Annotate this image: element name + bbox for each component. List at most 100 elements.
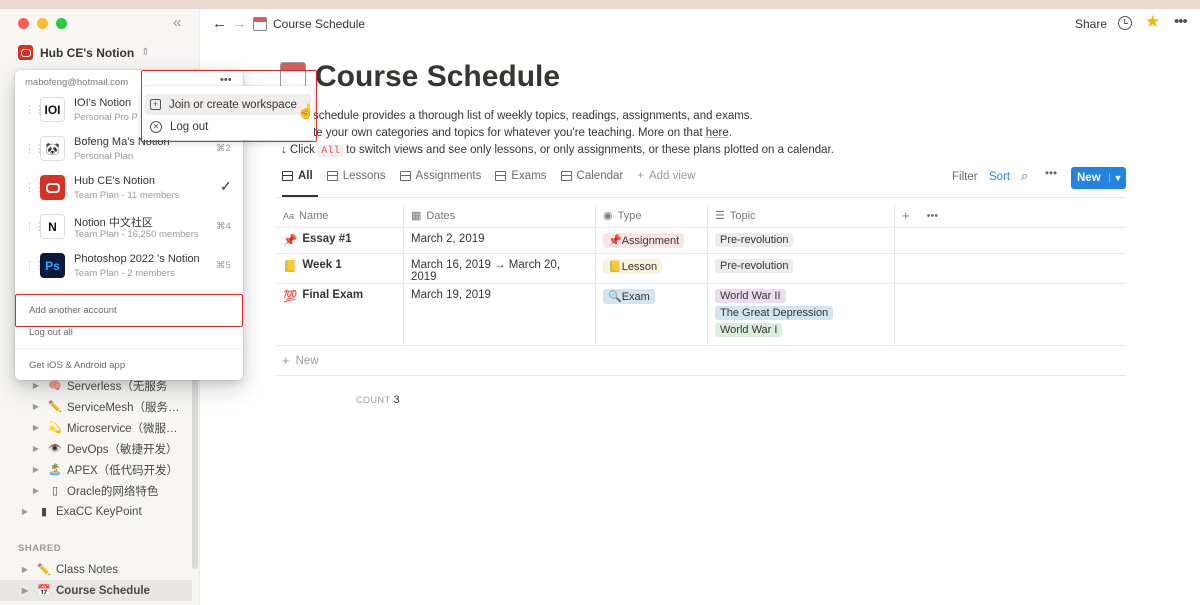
sidebar-page-item[interactable]: ▶ ▮ ExaCC KeyPoint [0, 501, 192, 522]
page-emoji-icon: 💫 [48, 422, 62, 434]
empty-cell [895, 284, 1126, 345]
name-cell[interactable]: 📌 Essay #1 [276, 228, 404, 253]
expand-toggle-icon[interactable]: ▶ [31, 465, 41, 474]
expand-toggle-icon[interactable]: ▶ [20, 507, 30, 516]
topic-cell[interactable]: Pre-revolution [708, 254, 895, 283]
table-icon [399, 171, 411, 181]
sidebar-page-item[interactable]: ▶ 👁️ DevOps（敏捷开发） [0, 438, 192, 459]
topic-tag[interactable]: Pre-revolution [715, 259, 794, 273]
topic-cell[interactable]: Pre-revolution [708, 228, 895, 253]
page-emoji-icon: ✏️ [48, 401, 62, 413]
column-name[interactable]: Aa Name [276, 205, 404, 227]
minimize-window-button[interactable] [37, 18, 48, 29]
back-arrow-icon[interactable]: ← [212, 15, 227, 32]
type-cell[interactable]: 📒Lesson [596, 254, 708, 283]
desc3-text: ↓ Click [281, 144, 319, 156]
topic-cell[interactable]: World War II The Great Depression World Wa… [708, 284, 895, 345]
dates-cell[interactable]: March 19, 2019 [404, 284, 596, 345]
sidebar-page-item[interactable]: ▶ ▯ Oracle的网络特色 [0, 480, 192, 501]
topic-tag[interactable]: World War I [715, 323, 783, 337]
sort-button[interactable]: Sort [989, 171, 1010, 183]
name-cell[interactable]: 💯 Final Exam [276, 284, 404, 345]
type-tag: 📒Lesson [603, 259, 663, 274]
close-window-button[interactable] [18, 18, 29, 29]
sidebar-shared-item[interactable]: ▶ 📅 Course Schedule [0, 580, 192, 601]
expand-toggle-icon[interactable]: ▶ [20, 565, 30, 574]
tab-exams[interactable]: Exams [495, 170, 547, 182]
add-view-button[interactable]: + Add view [637, 170, 695, 182]
count-footer[interactable]: COUNT 3 [356, 394, 400, 406]
sidebar-page-item[interactable]: ▶ ✏️ ServiceMesh（服务… [0, 396, 192, 417]
new-row-label: New [295, 354, 319, 367]
expand-toggle-icon[interactable]: ▶ [31, 486, 41, 495]
page-emoji-icon: 📅 [37, 585, 51, 597]
expand-toggle-icon[interactable]: ▶ [31, 381, 41, 390]
join-create-workspace-item[interactable]: + Join or create workspace [145, 94, 311, 115]
workspace-logo-text: IOI [44, 102, 61, 117]
tab-assignments[interactable]: Assignments [399, 170, 481, 182]
workspace-item[interactable]: ⋮⋮ Hub CE's Notion Team Plan - 11 members ✓ [15, 170, 243, 208]
search-icon[interactable]: ⌕ [1021, 168, 1028, 184]
view-tabs: All Lessons Assignments Exams Calendar +… [282, 170, 696, 182]
maximize-window-button[interactable] [56, 18, 67, 29]
new-button[interactable]: New ▼ [1071, 167, 1126, 189]
tab-lessons[interactable]: Lessons [326, 170, 386, 182]
topic-tag[interactable]: The Great Depression [715, 306, 834, 320]
more-icon[interactable]: ••• [1174, 13, 1188, 30]
share-button[interactable]: Share [1075, 17, 1107, 31]
more-options-icon[interactable]: ••• [1045, 168, 1057, 180]
table-row[interactable]: 💯 Final Exam March 19, 2019 🔍Exam World War … [276, 284, 1126, 346]
tab-all[interactable]: All [282, 170, 313, 182]
sidebar-page-item[interactable]: ▶ 💫 Microservice（微服… [0, 417, 192, 438]
account-more-icon[interactable]: ••• [220, 74, 232, 86]
join-label: Join or create workspace [169, 98, 297, 111]
star-icon[interactable]: ★ [1145, 12, 1160, 32]
column-dates[interactable]: ▦ Dates [404, 205, 596, 227]
sidebar-page-item[interactable]: ▶ 🏝️ APEX（低代码开发） [0, 459, 192, 480]
expand-toggle-icon[interactable]: ▶ [31, 444, 41, 453]
sidebar-page-label: ExaCC KeyPoint [56, 505, 142, 518]
column-type[interactable]: ◉ Type [596, 205, 708, 227]
dates-cell[interactable]: March 16, 2019 → March 20, 2019 [404, 254, 596, 283]
logout-item[interactable]: ✕ Log out [145, 116, 311, 137]
here-link[interactable]: here [706, 127, 729, 139]
workspace-item[interactable]: ⋮⋮ Ps Photoshop 2022 's Notion Team Plan - … [15, 248, 243, 286]
type-cell[interactable]: 📌Assignment [596, 228, 708, 253]
expand-toggle-icon[interactable]: ▶ [31, 423, 41, 432]
chevron-down-icon[interactable]: ▼ [1109, 173, 1126, 183]
table-row[interactable]: 📌 Essay #1 March 2, 2019 📌Assignment Pre-rev… [276, 228, 1126, 254]
column-more-icon[interactable]: ••• [927, 210, 939, 222]
table-icon [326, 171, 338, 181]
empty-cell [895, 228, 1126, 253]
collapse-sidebar-icon[interactable]: « [173, 14, 181, 31]
page-emoji-icon: 🧠 [48, 380, 62, 392]
type-cell[interactable]: 🔍Exam [596, 284, 708, 345]
name-cell[interactable]: 📒 Week 1 [276, 254, 404, 283]
logout-all-link[interactable]: Log out all [29, 327, 73, 338]
filter-button[interactable]: Filter [952, 171, 978, 183]
window-controls [18, 18, 67, 29]
add-account-link[interactable]: Add another account [29, 305, 117, 316]
sidebar-page-label: Oracle的网络特色 [67, 485, 159, 498]
add-property-icon[interactable]: + [902, 208, 910, 223]
tab-calendar[interactable]: Calendar [560, 170, 623, 182]
shared-section-label: SHARED [18, 543, 62, 554]
workspace-item[interactable]: ⋮⋮ N Notion 中文社区 Team Plan - 16,250 members… [15, 209, 243, 247]
expand-toggle-icon[interactable]: ▶ [20, 586, 30, 595]
new-row-button[interactable]: + New [276, 346, 1126, 376]
expand-toggle-icon[interactable]: ▶ [31, 402, 41, 411]
topic-tag[interactable]: World War II [715, 289, 786, 303]
page-title[interactable]: Course Schedule [315, 60, 560, 94]
topic-tag[interactable]: Pre-revolution [715, 233, 794, 247]
table-row[interactable]: 📒 Week 1 March 16, 2019 → March 20, 2019 📒L… [276, 254, 1126, 284]
page-description-3: ↓ Click All to switch views and see only… [281, 144, 834, 157]
workspace-switcher[interactable]: Hub CE's Notion ⇕ [18, 45, 150, 60]
sidebar-shared-item[interactable]: ▶ ✏️ Class Notes [0, 559, 192, 580]
clock-icon[interactable] [1118, 16, 1132, 30]
get-app-link[interactable]: Get iOS & Android app [29, 360, 125, 371]
plus-icon: + [637, 170, 644, 182]
breadcrumb[interactable]: Course Schedule [273, 17, 365, 31]
column-topic[interactable]: ☰ Topic [708, 205, 895, 227]
forward-arrow-icon[interactable]: → [232, 15, 247, 32]
dates-cell[interactable]: March 2, 2019 [404, 228, 596, 253]
